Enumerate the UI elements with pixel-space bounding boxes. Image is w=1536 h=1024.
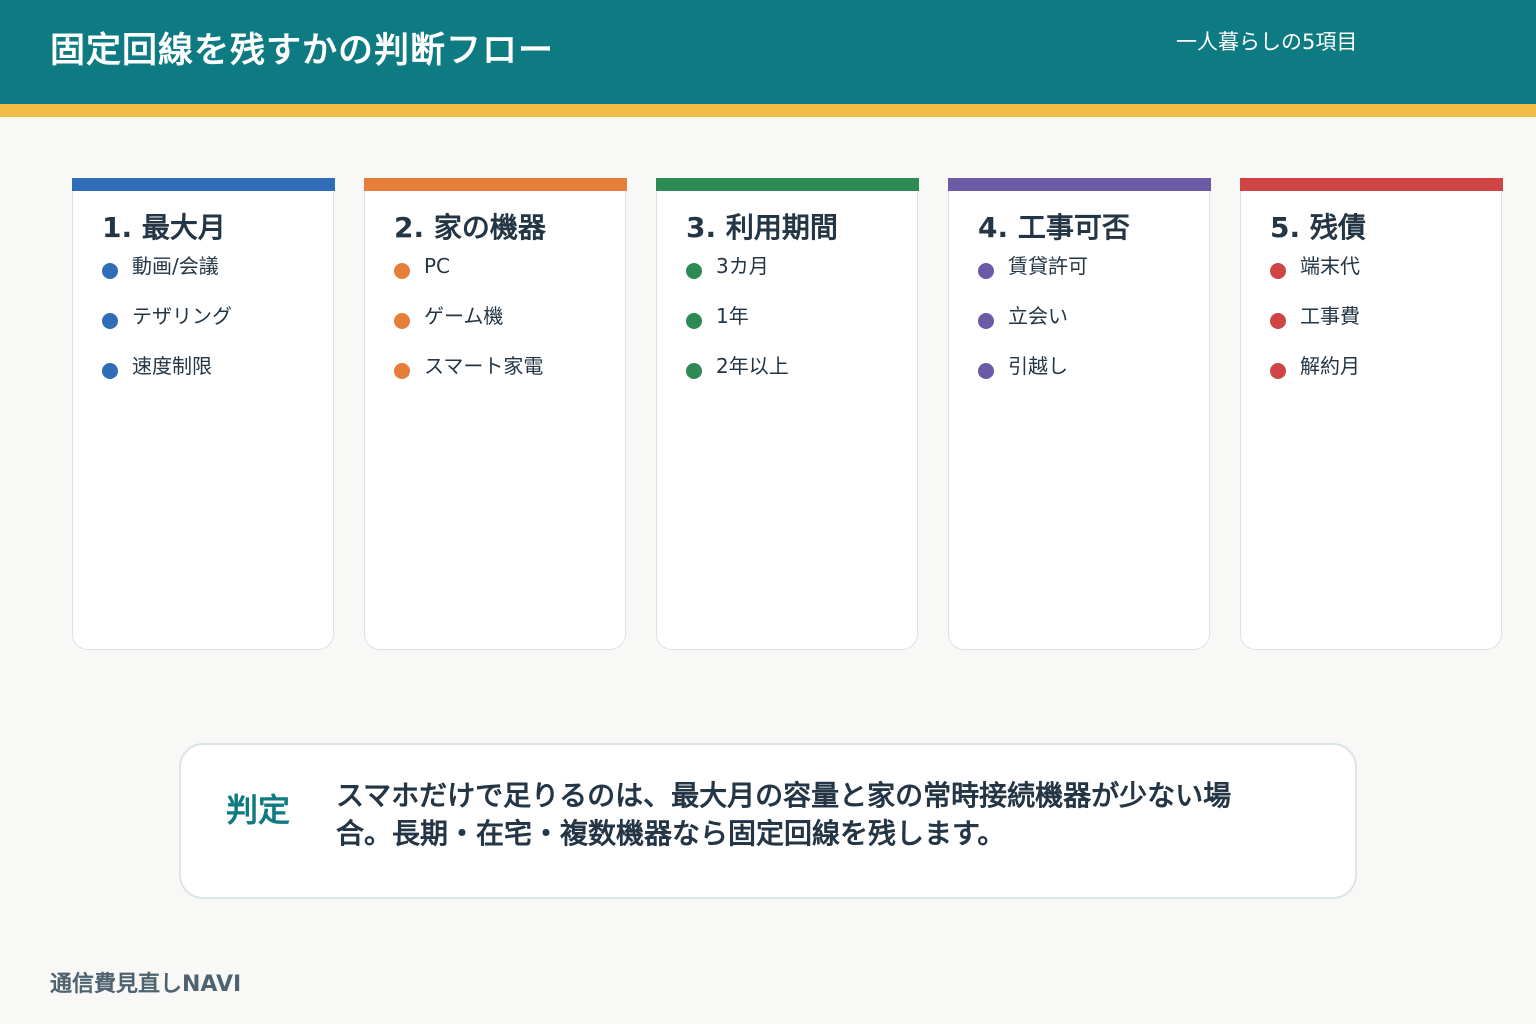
card-title: 1. 最大月 [102, 211, 226, 244]
verdict-text: スマホだけで足りるのは、最大月の容量と家の常時接続機器が少ない場合。長期・在宅・… [336, 779, 1232, 850]
card-usage-period: 3. 利用期間 3カ月 1年 2年以上 [655, 178, 919, 650]
bullet-dot-icon [102, 363, 118, 379]
bullet-dot-icon [394, 363, 410, 379]
verdict-label: 判定 [226, 791, 291, 829]
list-item-label: ゲーム機 [424, 304, 504, 328]
card-title: 2. 家の機器 [394, 211, 546, 244]
footer-brand: 通信費見直しNAVI [50, 972, 242, 997]
list-item-label: 3カ月 [716, 254, 769, 278]
bullet-dot-icon [1270, 263, 1286, 279]
list-item-label: スマート家電 [424, 354, 544, 378]
bullet-dot-icon [686, 263, 702, 279]
card-construction: 4. 工事可否 賃貸許可 立会い 引越し [947, 178, 1211, 650]
bullet-dot-icon [102, 313, 118, 329]
card-color-bar [71, 178, 335, 191]
header-bar: 固定回線を残すかの判断フロー 一人暮らしの5項目 [0, 0, 1536, 104]
list-item-label: 速度制限 [132, 354, 212, 378]
verdict-box: 判定 スマホだけで足りるのは、最大月の容量と家の常時接続機器が少ない場合。長期・… [179, 743, 1357, 899]
list-item-label: 立会い [1008, 304, 1068, 328]
card-title: 3. 利用期間 [686, 211, 838, 244]
bullet-dot-icon [1270, 313, 1286, 329]
bullet-dot-icon [686, 363, 702, 379]
bullet-dot-icon [978, 363, 994, 379]
list-item-label: 解約月 [1300, 354, 1360, 378]
card-color-bar [655, 178, 919, 191]
list-item-label: 端末代 [1300, 254, 1360, 278]
card-home-devices: 2. 家の機器 PC ゲーム機 スマート家電 [363, 178, 627, 650]
bullet-dot-icon [978, 313, 994, 329]
list-item-label: 1年 [716, 304, 749, 328]
bullet-dot-icon [1270, 363, 1286, 379]
list-item-label: 引越し [1008, 354, 1068, 378]
card-title: 4. 工事可否 [978, 211, 1130, 244]
card-max-month: 1. 最大月 動画/会議 テザリング 速度制限 [71, 178, 335, 650]
page-subtitle: 一人暮らしの5項目 [1176, 30, 1358, 54]
list-item-label: 工事費 [1300, 304, 1360, 328]
bullet-dot-icon [978, 263, 994, 279]
header-accent-stripe [0, 104, 1536, 117]
card-title: 5. 残債 [1270, 211, 1366, 244]
bullet-dot-icon [394, 313, 410, 329]
bullet-dot-icon [686, 313, 702, 329]
card-color-bar [947, 178, 1211, 191]
list-item-label: テザリング [132, 304, 232, 328]
list-item-label: PC [424, 254, 451, 278]
bullet-dot-icon [102, 263, 118, 279]
list-item-label: 賃貸許可 [1008, 254, 1088, 278]
card-color-bar [1239, 178, 1503, 191]
card-color-bar [363, 178, 627, 191]
list-item-label: 動画/会議 [132, 254, 219, 278]
card-remaining-debt: 5. 残債 端末代 工事費 解約月 [1239, 178, 1503, 650]
page-title: 固定回線を残すかの判断フロー [50, 31, 555, 71]
list-item-label: 2年以上 [716, 354, 789, 378]
bullet-dot-icon [394, 263, 410, 279]
